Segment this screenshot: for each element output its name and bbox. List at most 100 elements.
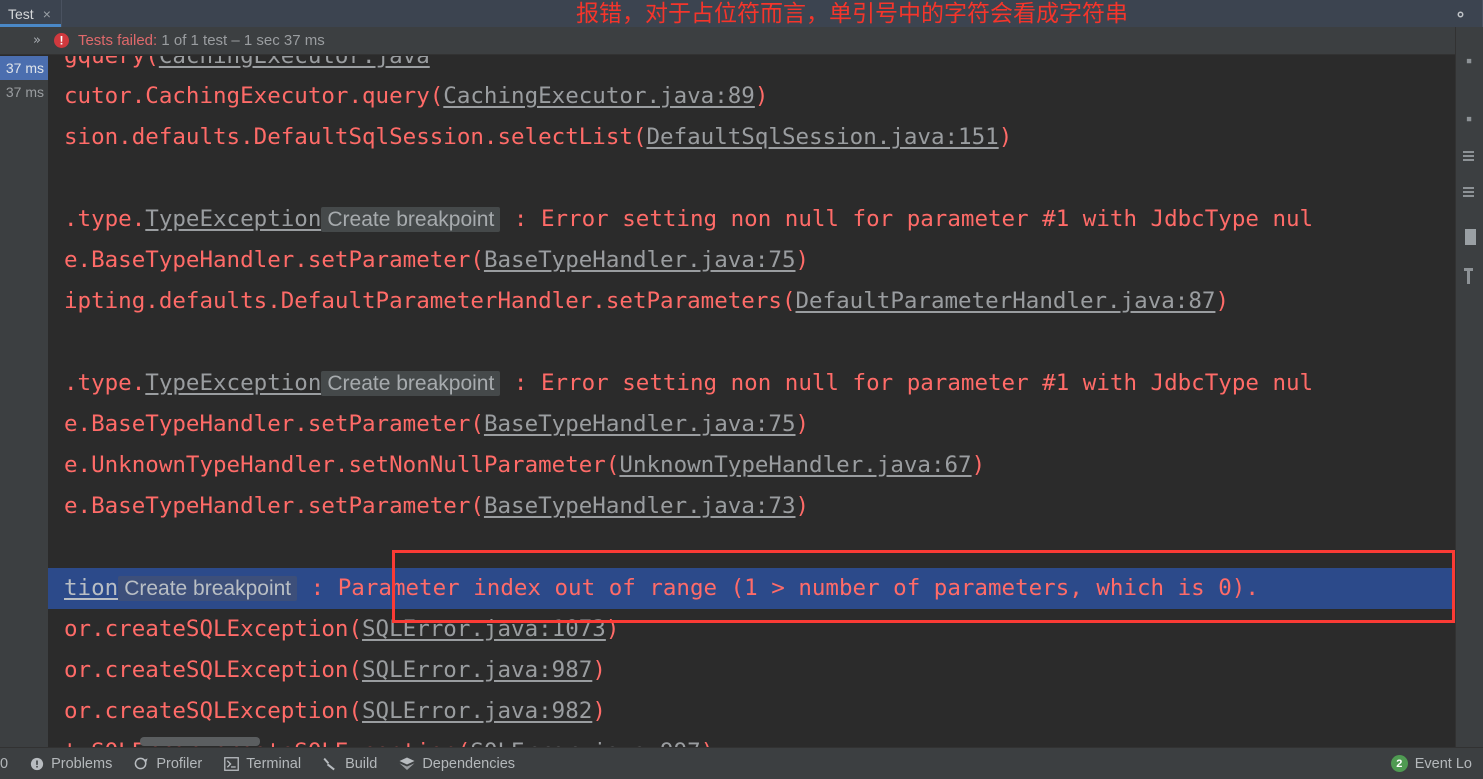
stacktrace-link[interactable]: BaseTypeHandler.java:73 <box>484 493 796 519</box>
stacktrace-link[interactable]: DefaultParameterHandler.java:87 <box>796 288 1216 314</box>
console-line[interactable] <box>48 527 1455 568</box>
stacktrace-link[interactable]: CachingExecutor.java <box>159 56 430 69</box>
test-status-text: Tests failed: 1 of 1 test – 1 sec 37 ms <box>78 32 325 49</box>
bottom-item-terminal[interactable]: Terminal <box>213 748 312 779</box>
console-text: .type. <box>64 206 146 232</box>
console-line[interactable]: e.BaseTypeHandler.setParameter(BaseTypeH… <box>48 240 1455 281</box>
console-text: e.UnknownTypeHandler.setNonNullParameter… <box>64 452 620 478</box>
console-text: ) <box>1215 288 1229 314</box>
test-duration: 37 ms <box>5 84 44 100</box>
stacktrace-link[interactable]: SQLError.java:982 <box>362 698 592 724</box>
bottom-item-todo[interactable]: 0 <box>0 748 19 779</box>
stacktrace-link[interactable]: UnknownTypeHandler.java:67 <box>619 452 971 478</box>
stacktrace-link[interactable]: SQLError.java:1073 <box>362 616 606 642</box>
console-text: cutor.CachingExecutor.query( <box>64 83 444 109</box>
bottom-item-profiler[interactable]: Profiler <box>123 748 213 779</box>
console-line[interactable]: e.BaseTypeHandler.setParameter(BaseTypeH… <box>48 404 1455 445</box>
test-duration: 37 ms <box>5 60 44 76</box>
test-output-console[interactable]: gquery(CachingExecutor.java cutor.Caching… <box>48 56 1455 747</box>
console-text: : Error setting non null for parameter #… <box>500 370 1314 396</box>
console-text: or.createSQLException( <box>64 616 363 642</box>
stacktrace-link[interactable]: TypeException <box>145 206 321 232</box>
console-text: ) <box>795 493 810 519</box>
profiler-label: Profiler <box>156 755 203 772</box>
console-text: g <box>64 56 78 69</box>
annotation-text: 报错，对于占位符而言，单引号中的字符会看成字符串 <box>576 1 1128 27</box>
stacktrace-link[interactable]: CachingExecutor.java:89 <box>443 83 755 109</box>
test-tree-row[interactable]: 37 ms <box>0 80 48 104</box>
tab-label: Test <box>8 5 34 22</box>
console-line[interactable]: or.createSQLException(SQLError.java:987) <box>48 650 1455 691</box>
create-breakpoint-hint[interactable]: Create breakpoint <box>321 207 501 232</box>
console-line[interactable] <box>48 322 1455 363</box>
console-line[interactable]: cutor.CachingExecutor.query(CachingExecu… <box>48 76 1455 117</box>
console-text: ) <box>592 698 606 724</box>
scroll-thumb-icon[interactable] <box>1461 229 1479 245</box>
bottom-item-event-log[interactable]: 2 Event Lo <box>1380 748 1483 779</box>
stacktrace-link[interactable]: TypeException <box>145 370 321 396</box>
console-text: ) <box>592 657 606 683</box>
console-text: ipting.defaults.DefaultParameterHandler.… <box>64 288 796 314</box>
console-line[interactable]: ipting.defaults.DefaultParameterHandler.… <box>48 281 1455 322</box>
console-text: ) <box>971 452 986 478</box>
console-line[interactable]: e.UnknownTypeHandler.setNonNullParameter… <box>48 445 1455 486</box>
bottom-item-dependencies[interactable]: Dependencies <box>388 748 526 779</box>
console-line[interactable]: .type.TypeException Create breakpoint : E… <box>48 199 1455 240</box>
horizontal-scrollbar[interactable] <box>140 737 260 746</box>
console-text: .type. <box>64 370 146 396</box>
test-status-row: » ! Tests failed: 1 of 1 test – 1 sec 37… <box>0 27 1483 55</box>
console-line[interactable]: sion.defaults.DefaultSqlSession.selectLi… <box>48 117 1455 158</box>
list-lines-icon[interactable] <box>1461 185 1479 201</box>
console-line[interactable] <box>48 158 1455 199</box>
console-text: sion.defaults.DefaultSqlSession.selectLi… <box>64 124 647 150</box>
console-text: e.BaseTypeHandler.setParameter( <box>64 247 484 273</box>
terminal-label: Terminal <box>246 755 302 772</box>
stacktrace-link[interactable]: SQLError.java:997 <box>470 739 700 747</box>
console-text: ) <box>998 124 1013 150</box>
marker-bar-icon[interactable] <box>1461 268 1479 285</box>
console-line[interactable]: .type.TypeException Create breakpoint : E… <box>48 363 1455 404</box>
create-breakpoint-hint[interactable]: Create breakpoint <box>321 371 501 396</box>
tab-test[interactable]: Test × <box>0 0 62 27</box>
console-text: query( <box>77 56 159 69</box>
bottom-status-bar: 0 Problems Profiler Terminal Build Depen… <box>0 747 1483 779</box>
bottom-item-problems[interactable]: Problems <box>19 748 123 779</box>
console-text: e.BaseTypeHandler.setParameter( <box>64 493 484 519</box>
problems-icon <box>30 757 44 771</box>
bottom-item-build[interactable]: Build <box>312 748 388 779</box>
gear-icon[interactable] <box>1449 3 1471 25</box>
dependencies-icon <box>399 757 415 771</box>
marker-dot-icon[interactable] <box>1461 53 1479 69</box>
marker-dot-icon[interactable] <box>1461 111 1479 127</box>
ide-window: Test × 报错，对于占位符而言，单引号中的字符会看成字符串 » ! Test… <box>0 0 1483 779</box>
create-breakpoint-hint[interactable]: Create breakpoint <box>118 576 298 601</box>
stacktrace-link[interactable]: BaseTypeHandler.java:75 <box>484 247 796 273</box>
stacktrace-link[interactable]: DefaultSqlSession.java:151 <box>646 124 998 150</box>
list-lines-icon[interactable] <box>1461 149 1479 165</box>
tests-failed-detail: 1 of 1 test – 1 sec 37 ms <box>157 32 325 49</box>
console-text: : <box>297 575 338 601</box>
terminal-icon <box>224 756 240 771</box>
console-line[interactable]: gquery(CachingExecutor.java <box>48 56 1455 76</box>
stacktrace-link[interactable]: SQLError.java:987 <box>362 657 592 683</box>
tests-failed-label: Tests failed: <box>77 32 158 49</box>
chevron-right-icon[interactable]: » <box>33 33 41 48</box>
console-text: ) <box>795 247 810 273</box>
console-text: ) <box>701 739 715 747</box>
right-marker-toolbar[interactable] <box>1455 27 1483 747</box>
test-tree-row[interactable]: 37 ms <box>0 56 48 80</box>
console-line[interactable]: or.createSQLException(SQLError.java:982) <box>48 691 1455 732</box>
error-icon: ! <box>53 33 69 48</box>
stacktrace-link[interactable]: BaseTypeHandler.java:75 <box>484 411 796 437</box>
console-line-selected[interactable]: tion Create breakpoint : Parameter index … <box>48 568 1455 609</box>
test-tree-panel[interactable]: 37 ms 37 ms <box>0 56 48 779</box>
console-text: ) <box>754 83 769 109</box>
console-text: e.BaseTypeHandler.setParameter( <box>64 411 484 437</box>
console-text: Parameter index out of range (1 > number… <box>337 575 1259 601</box>
build-label: Build <box>345 755 378 772</box>
console-line[interactable]: e.BaseTypeHandler.setParameter(BaseTypeH… <box>48 486 1455 527</box>
console-text: or.createSQLException( <box>64 698 363 724</box>
console-line[interactable]: or.createSQLException(SQLError.java:1073… <box>48 609 1455 650</box>
close-icon[interactable]: × <box>43 7 51 21</box>
stacktrace-link[interactable]: tion <box>64 575 118 601</box>
